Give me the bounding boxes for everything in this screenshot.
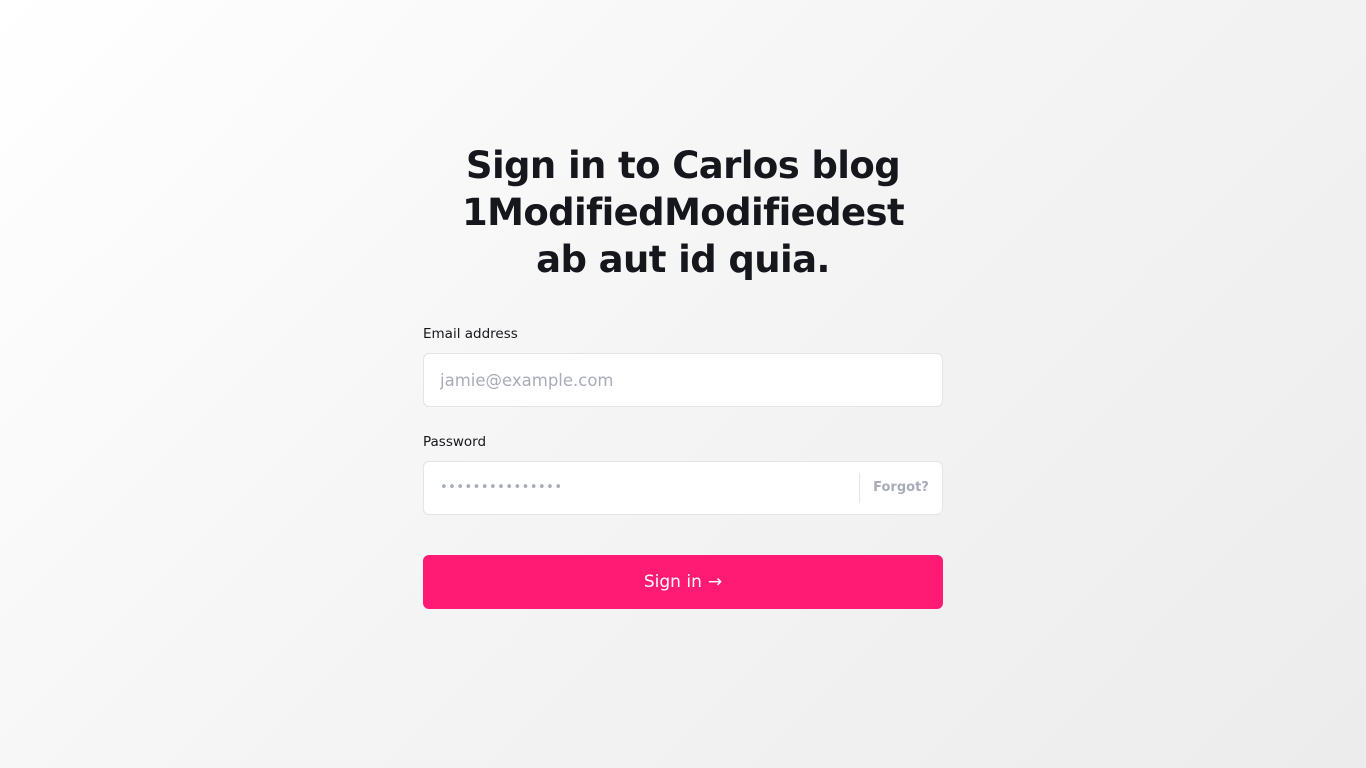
page-title: Sign in to Carlos blog 1ModifiedModified… — [461, 144, 905, 281]
sign-in-button[interactable]: Sign in → — [423, 555, 943, 609]
password-group: Password ••••••••••••••• Forgot? — [423, 433, 943, 515]
password-input-box: ••••••••••••••• Forgot? — [423, 461, 943, 515]
email-group: Email address — [423, 325, 943, 407]
arrow-right-icon: → — [707, 572, 723, 592]
email-input-box — [423, 353, 943, 407]
login-page: { "page": { "title": "Sign in to Carlos … — [0, 0, 1366, 768]
email-label: Email address — [423, 326, 518, 342]
email-input[interactable] — [424, 354, 942, 406]
forgot-password-link[interactable]: Forgot? — [860, 461, 942, 515]
login-container: Sign in to Carlos blog 1ModifiedModified… — [423, 142, 943, 609]
login-form: Email address Password ••••••••••••••• F… — [423, 283, 943, 609]
password-input[interactable]: ••••••••••••••• — [424, 461, 859, 515]
password-label: Password — [423, 434, 487, 450]
sign-in-label: Sign in — [643, 572, 702, 592]
